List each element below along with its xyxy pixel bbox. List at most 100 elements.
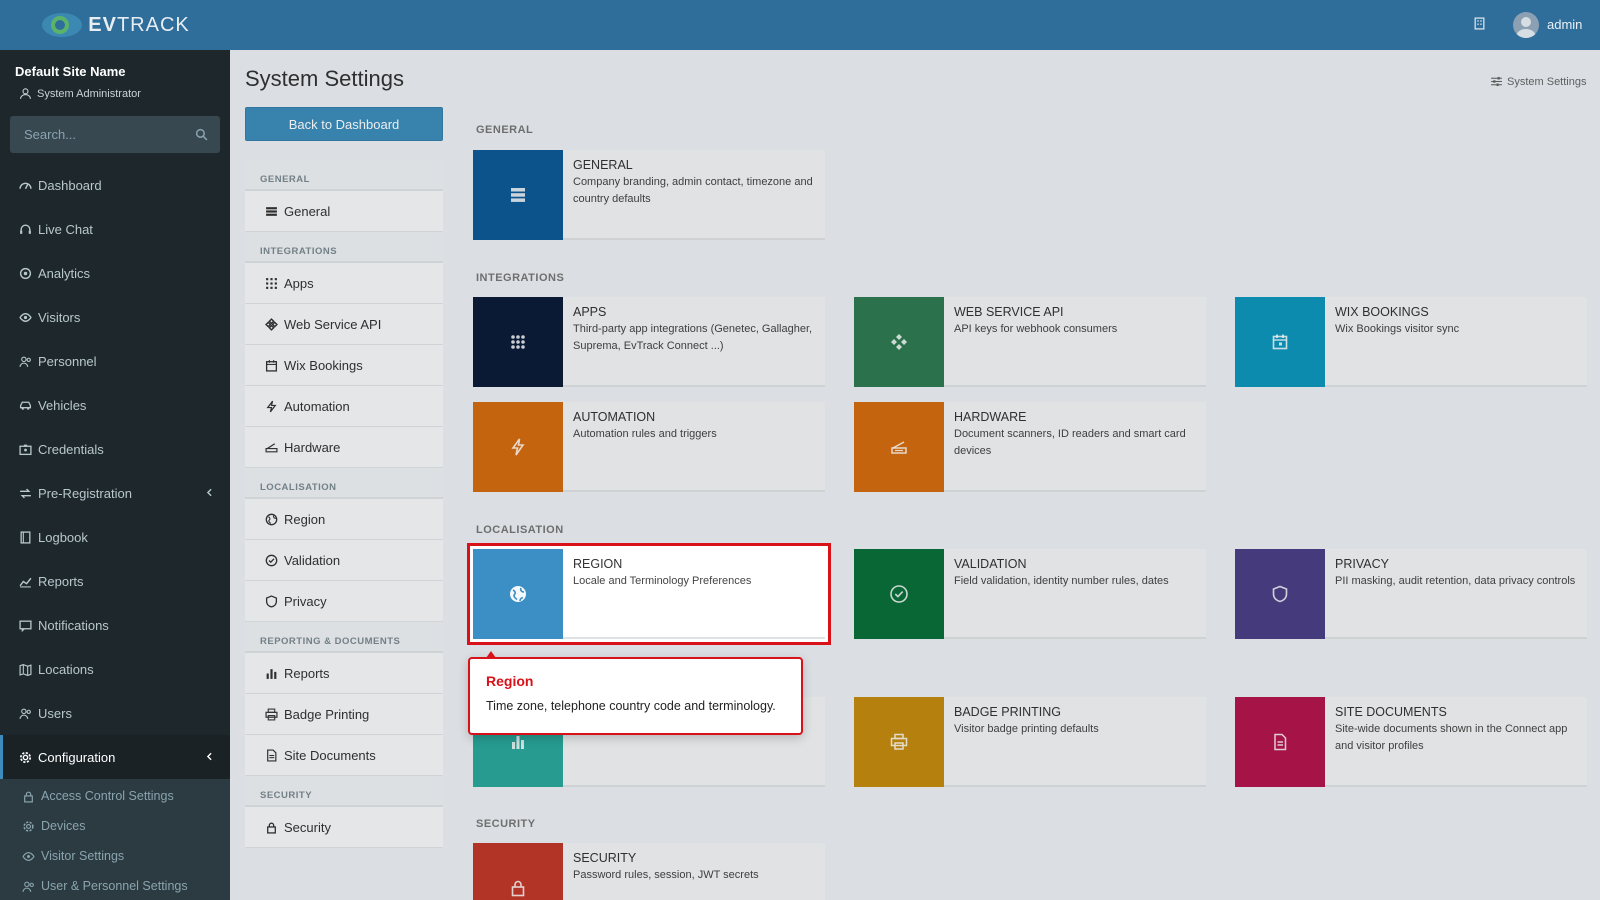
breadcrumb-current[interactable]: System Settings <box>1507 76 1586 88</box>
printer-icon <box>265 708 278 721</box>
sidebar-item-credentials[interactable]: Credentials <box>0 427 230 471</box>
map-icon <box>19 663 32 676</box>
user-panel: Default Site Name System Administrator <box>0 50 230 108</box>
sidebar-item-label: Logbook <box>38 529 88 545</box>
document-icon <box>265 748 278 762</box>
settings-card-web-service-api[interactable]: WEB SERVICE API API keys for webhook cons… <box>854 297 1206 387</box>
settings-nav-item-privacy[interactable]: Privacy <box>245 581 443 622</box>
settings-nav-item-badge-printing[interactable]: Badge Printing <box>245 694 443 735</box>
list-icon <box>265 205 278 218</box>
submenu-item-visitor-settings[interactable]: Visitor Settings <box>0 841 230 871</box>
printer-icon <box>854 697 944 787</box>
sidebar-item-visitors[interactable]: Visitors <box>0 295 230 339</box>
sidebar-item-vehicles[interactable]: Vehicles <box>0 383 230 427</box>
settings-nav-item-hardware[interactable]: Hardware <box>245 427 443 468</box>
tooltip-arrow <box>486 651 496 658</box>
chart-line-icon <box>19 575 32 588</box>
sidebar-item-analytics[interactable]: Analytics <box>0 251 230 295</box>
settings-nav-label: General <box>284 203 331 219</box>
check-circle-icon <box>854 549 944 639</box>
settings-card-automation[interactable]: AUTOMATION Automation rules and triggers <box>473 402 825 492</box>
settings-nav-section-integrations: INTEGRATIONS <box>245 232 443 263</box>
sidebar-nav: Dashboard Live Chat Analytics Visitors P… <box>0 163 230 779</box>
bar-chart-icon <box>265 667 278 680</box>
submenu-item-devices[interactable]: Devices <box>0 811 230 841</box>
submenu-item-access-control-settings[interactable]: Access Control Settings <box>0 781 230 811</box>
settings-card-validation[interactable]: VALIDATION Field validation, identity num… <box>854 549 1206 639</box>
card-description: Locale and Terminology Preferences <box>573 575 752 587</box>
submenu-item-user-personnel-settings[interactable]: User & Personnel Settings <box>0 871 230 900</box>
section-label-localisation: LOCALISATION <box>476 524 564 536</box>
card-description: Password rules, session, JWT secrets <box>573 869 759 881</box>
search-input[interactable] <box>24 127 174 142</box>
settings-nav-item-security[interactable]: Security <box>245 807 443 848</box>
sidebar-item-users[interactable]: Users <box>0 691 230 735</box>
card-title: GENERAL <box>573 158 633 172</box>
settings-nav-item-region[interactable]: Region <box>245 499 443 540</box>
site-name: Default Site Name <box>15 64 126 79</box>
bolt-icon <box>265 400 278 413</box>
calendar-icon <box>265 359 278 372</box>
card-description: PII masking, audit retention, data priva… <box>1335 575 1576 587</box>
settings-nav-item-automation[interactable]: Automation <box>245 386 443 427</box>
sidebar-item-logbook[interactable]: Logbook <box>0 515 230 559</box>
settings-nav-item-general[interactable]: General <box>245 191 443 232</box>
building-icon[interactable] <box>1473 17 1486 30</box>
settings-nav-label: Automation <box>284 398 350 414</box>
settings-card-region[interactable]: REGION Locale and Terminology Preferences <box>467 543 831 645</box>
user-role: System Administrator <box>15 87 215 100</box>
scanner-icon <box>265 441 278 454</box>
sidebar-item-configuration[interactable]: Configuration <box>0 735 230 779</box>
settings-card-hardware[interactable]: HARDWARE Document scanners, ID readers an… <box>854 402 1206 492</box>
settings-nav-label: Reports <box>284 665 330 681</box>
sidebar-item-label: Credentials <box>38 441 104 457</box>
settings-nav-item-wix-bookings[interactable]: Wix Bookings <box>245 345 443 386</box>
submenu-item-label: Devices <box>41 819 86 833</box>
sidebar-item-label: Live Chat <box>38 221 93 237</box>
card-title: HARDWARE <box>954 410 1027 424</box>
settings-card-site-documents[interactable]: SITE DOCUMENTS Site-wide documents shown … <box>1235 697 1587 787</box>
bolt-icon <box>473 402 563 492</box>
settings-card-privacy[interactable]: PRIVACY PII masking, audit retention, dat… <box>1235 549 1587 639</box>
sidebar-item-locations[interactable]: Locations <box>0 647 230 691</box>
user-menu-name[interactable]: admin <box>1547 17 1582 32</box>
tooltip-title: Region <box>486 673 534 689</box>
settings-card-badge-printing[interactable]: BADGE PRINTING Visitor badge printing def… <box>854 697 1206 787</box>
sliders-icon <box>1490 75 1503 88</box>
settings-nav-label: Security <box>284 819 331 835</box>
book-icon <box>19 530 32 544</box>
dashboard-icon <box>19 179 32 192</box>
settings-nav-item-reports[interactable]: Reports <box>245 653 443 694</box>
card-title: WIX BOOKINGS <box>1335 305 1429 319</box>
avatar[interactable] <box>1513 12 1539 38</box>
card-description: Site-wide documents shown in the Connect… <box>1335 723 1568 752</box>
sidebar-item-live-chat[interactable]: Live Chat <box>0 207 230 251</box>
chevron-left-icon[interactable] <box>203 750 216 763</box>
sidebar-search <box>10 116 220 153</box>
settings-nav-item-web-service-api[interactable]: Web Service API <box>245 304 443 345</box>
settings-card-apps[interactable]: APPS Third-party app integrations (Genete… <box>473 297 825 387</box>
settings-card-general[interactable]: GENERAL Company branding, admin contact, … <box>473 150 825 240</box>
settings-card-security[interactable]: SECURITY Password rules, session, JWT sec… <box>473 843 825 900</box>
car-icon <box>19 399 32 412</box>
sidebar-item-notifications[interactable]: Notifications <box>0 603 230 647</box>
search-icon[interactable] <box>195 128 208 141</box>
back-to-dashboard-button[interactable]: Back to Dashboard <box>245 107 443 141</box>
settings-nav-label: Badge Printing <box>284 706 370 722</box>
settings-card-wix-bookings[interactable]: WIX BOOKINGS Wix Bookings visitor sync <box>1235 297 1587 387</box>
sidebar-item-reports[interactable]: Reports <box>0 559 230 603</box>
sidebar-item-pre-registration[interactable]: Pre-Registration <box>0 471 230 515</box>
logo-bar[interactable]: EVTRACK <box>0 0 230 50</box>
sidebar-item-dashboard[interactable]: Dashboard <box>0 163 230 207</box>
evtrack-logo[interactable]: EVTRACK <box>40 10 189 40</box>
settings-nav-item-validation[interactable]: Validation <box>245 540 443 581</box>
settings-nav-item-site-documents[interactable]: Site Documents <box>245 735 443 776</box>
sidebar-item-personnel[interactable]: Personnel <box>0 339 230 383</box>
configuration-submenu: Access Control Settings Devices Visitor … <box>0 779 230 900</box>
api-icon <box>854 297 944 387</box>
chevron-left-icon[interactable] <box>203 486 216 499</box>
top-header: admin <box>230 0 1600 50</box>
settings-nav-item-apps[interactable]: Apps <box>245 263 443 304</box>
card-title: VALIDATION <box>954 557 1027 571</box>
message-icon <box>19 619 32 632</box>
